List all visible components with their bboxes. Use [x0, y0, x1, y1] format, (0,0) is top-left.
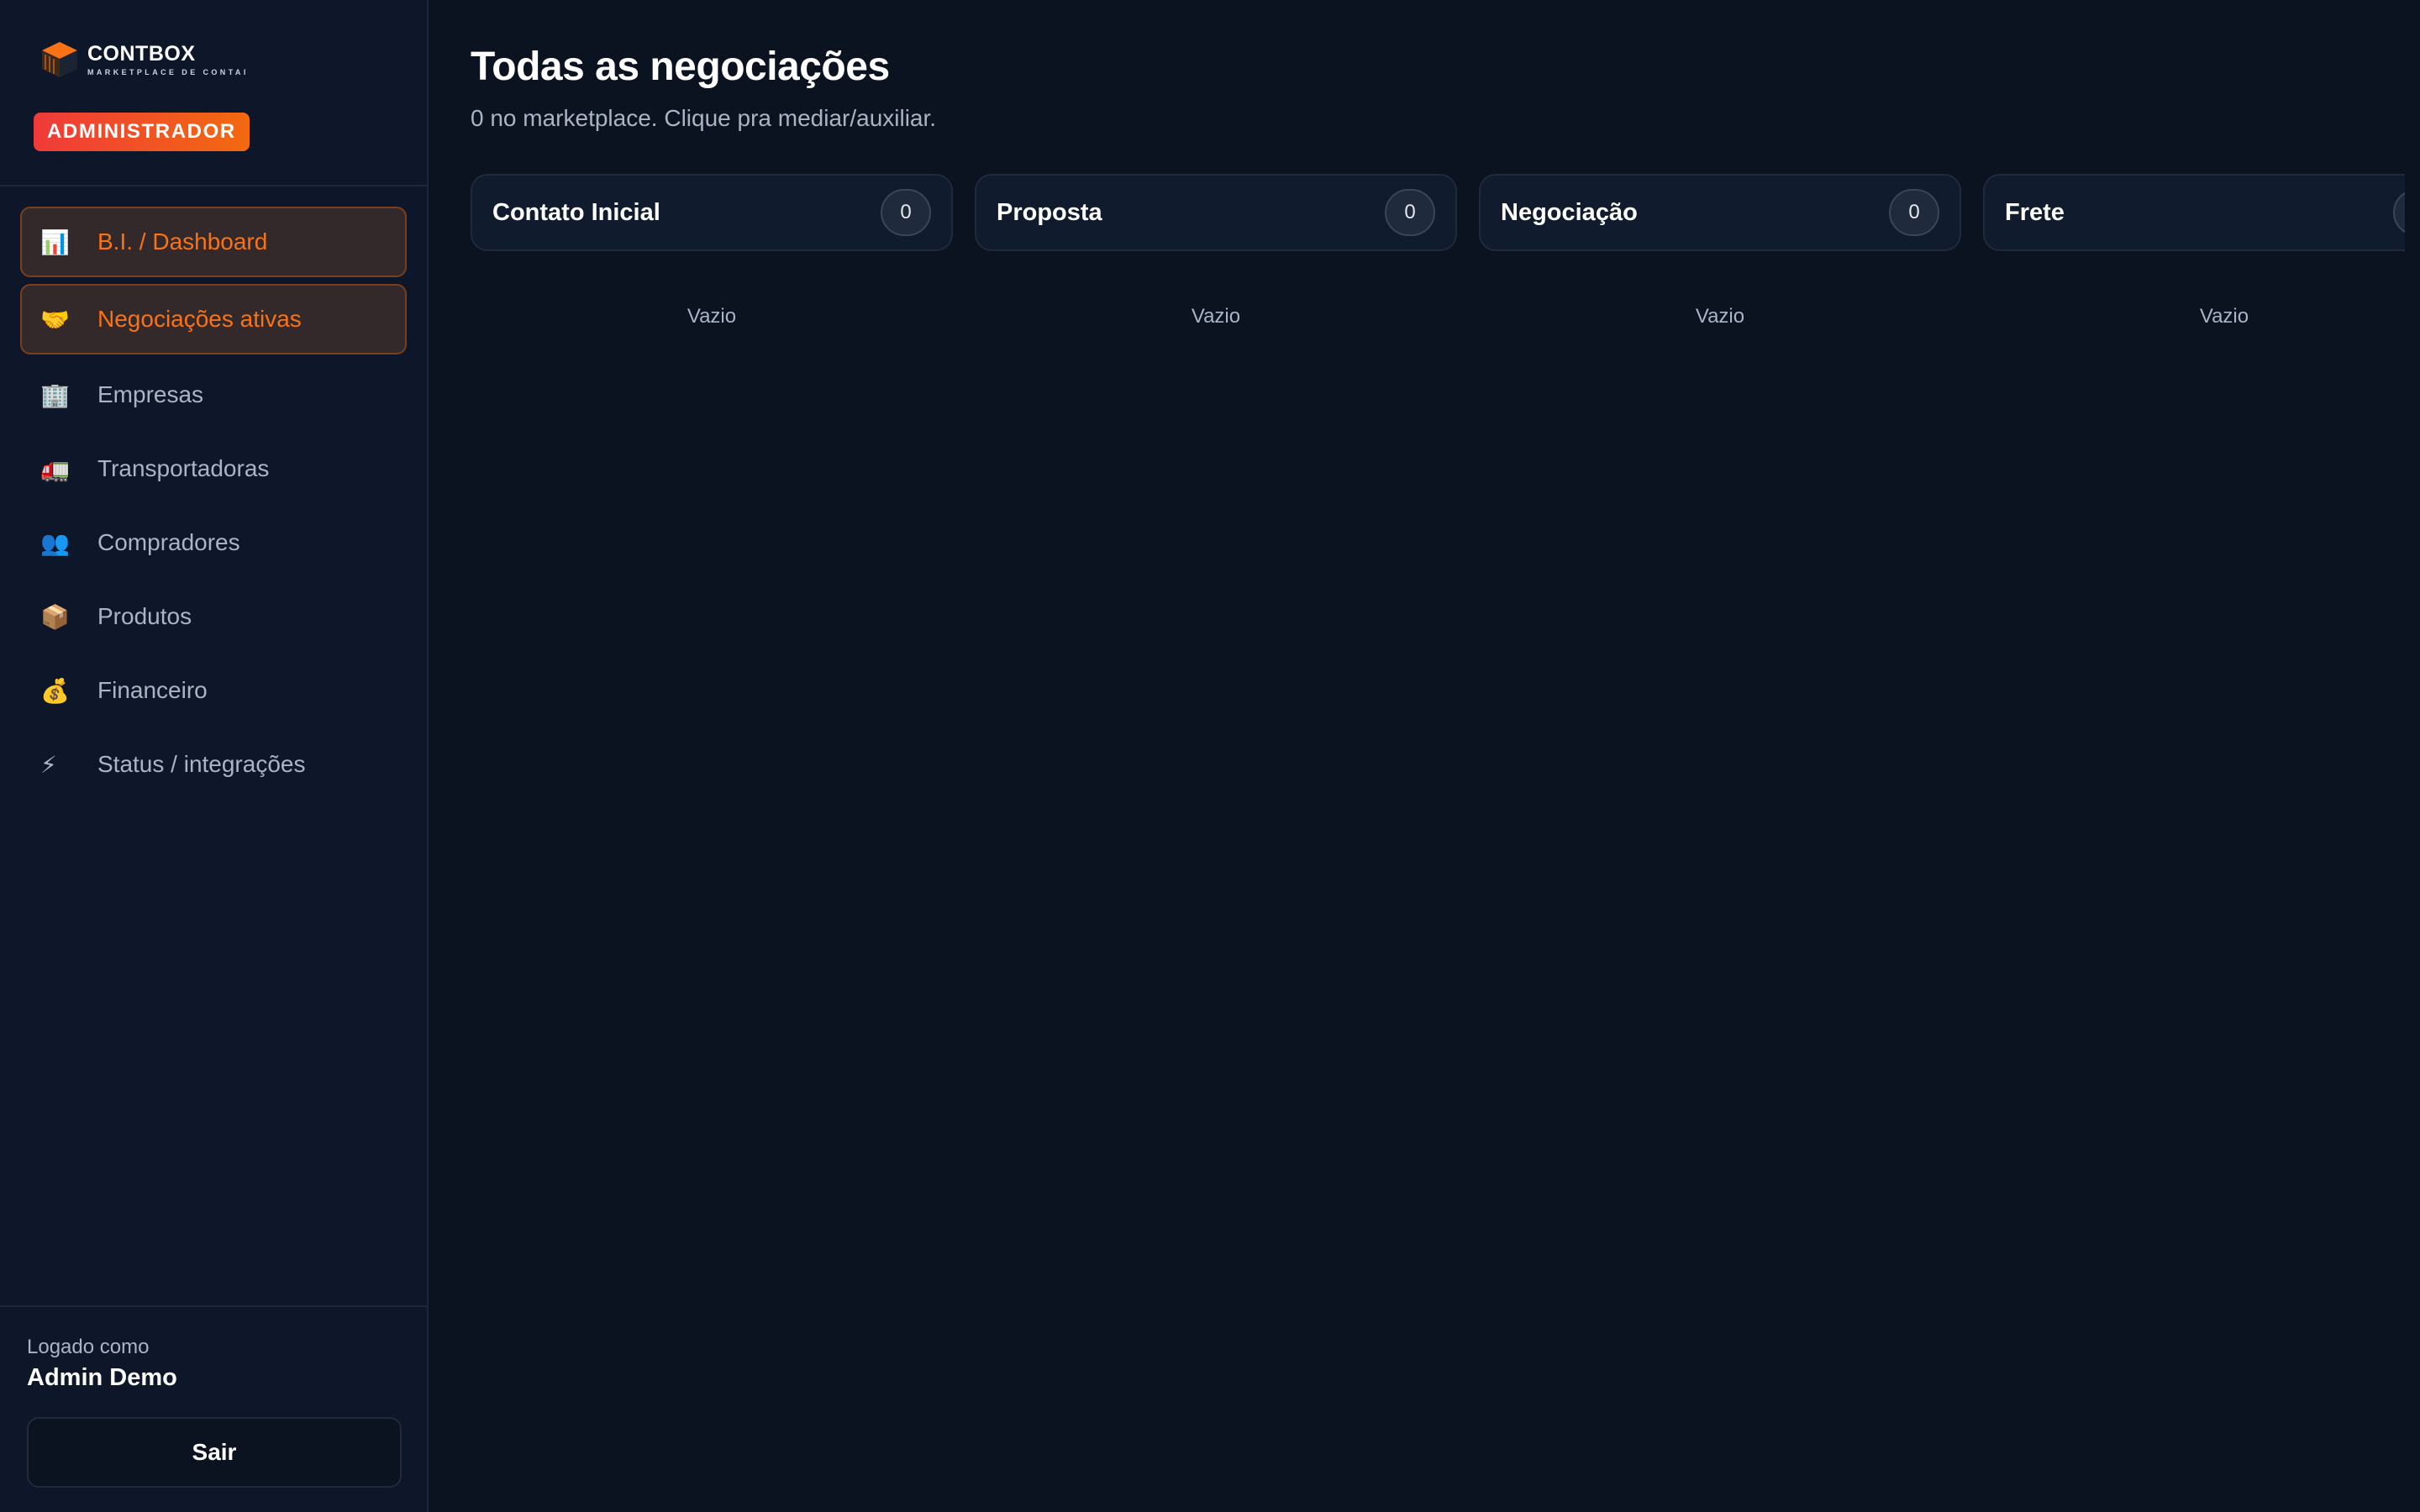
package-icon: 📦 — [40, 603, 70, 630]
column-title: Frete — [2005, 198, 2065, 226]
column-title: Contato Inicial — [492, 198, 660, 226]
column-empty-state: Vazio — [2199, 305, 2249, 328]
sidebar-item-5[interactable]: 📦 Produtos — [20, 583, 407, 650]
people-icon: 👥 — [40, 529, 70, 556]
brand-area: CONTBOX MARKETPLACE DE CONTAINERS ADMINI… — [0, 0, 427, 186]
column-header[interactable]: Negociação 0 — [1479, 174, 1961, 251]
handshake-icon: 🤝 — [40, 306, 70, 333]
column-empty-state: Vazio — [1191, 305, 1241, 328]
sidebar-item-label: Produtos — [97, 603, 192, 629]
sidebar-item-3[interactable]: 🚛 Transportadoras — [20, 435, 407, 502]
column-count-badge: 0 — [1889, 189, 1939, 236]
kanban-board: Contato Inicial 0 Vazio Proposta 0 Vazio Negoc… — [471, 174, 2420, 328]
logo-name: CONTBOX — [87, 41, 196, 66]
column-empty-state: Vazio — [687, 305, 737, 328]
sidebar-item-4[interactable]: 👥 Compradores — [20, 509, 407, 576]
money-bag-icon: 💰 — [40, 677, 70, 704]
sidebar-nav: 📊 B.I. / Dashboard 🤝 Negociações ativas 🏢 Emp… — [0, 186, 427, 805]
office-building-icon: 🏢 — [40, 381, 70, 408]
sidebar-item-label: Negociações ativas — [97, 306, 302, 332]
kanban-column: Frete0 Vazio — [1983, 174, 2420, 328]
sidebar-footer: Logado como Admin Demo Sair — [0, 1305, 427, 1512]
sidebar-item-6[interactable]: 💰 Financeiro — [20, 657, 407, 724]
sidebar-item-7[interactable]: ⚡ Status / integrações — [20, 731, 407, 798]
sidebar-item-label: Transportadoras — [97, 455, 270, 481]
column-count-badge: 0 — [1385, 189, 1435, 236]
sidebar-item-label: Empresas — [97, 381, 204, 407]
column-empty-state: Vazio — [1695, 305, 1745, 328]
main-content: Todas as negociações 0 no marketplace. C… — [429, 0, 2420, 1512]
sidebar-item-2[interactable]: 🏢 Empresas — [20, 361, 407, 428]
user-name: Admin Demo — [27, 1364, 177, 1391]
logged-as-label: Logado como — [27, 1336, 150, 1358]
app-root: CONTBOX MARKETPLACE DE CONTAINERS ADMINI… — [0, 0, 2420, 1512]
sidebar-item-0[interactable]: 📊 B.I. / Dashboard — [20, 207, 407, 277]
sidebar-item-label: B.I. / Dashboard — [97, 228, 268, 255]
kanban-column: Contato Inicial 0 Vazio — [471, 174, 953, 328]
kanban-column: Proposta 0 Vazio — [975, 174, 1457, 328]
lightning-icon: ⚡ — [40, 751, 57, 778]
logo[interactable]: CONTBOX MARKETPLACE DE CONTAINERS — [40, 39, 393, 81]
sidebar-item-label: Financeiro — [97, 677, 208, 703]
column-header[interactable]: Proposta 0 — [975, 174, 1457, 251]
sidebar-item-label: Compradores — [97, 529, 240, 555]
column-count-badge: 0 — [881, 189, 931, 236]
page-title: Todas as negociações — [471, 45, 890, 89]
kanban-column: Negociação 0 Vazio — [1479, 174, 1961, 328]
column-header[interactable]: Frete0 — [1983, 174, 2420, 251]
sidebar: CONTBOX MARKETPLACE DE CONTAINERS ADMINI… — [0, 0, 429, 1512]
column-title: Proposta — [997, 198, 1102, 226]
sidebar-item-1[interactable]: 🤝 Negociações ativas — [20, 284, 407, 354]
page-subtitle: 0 no marketplace. Clique pra mediar/auxi… — [471, 105, 937, 131]
sidebar-item-label: Status / integrações — [97, 751, 306, 777]
role-badge: ADMINISTRADOR — [34, 113, 250, 151]
column-header[interactable]: Contato Inicial 0 — [471, 174, 953, 251]
container-box-icon — [42, 42, 77, 77]
column-title: Negociação — [1501, 198, 1638, 226]
logo-tagline: MARKETPLACE DE CONTAINERS — [87, 68, 249, 76]
logout-button[interactable]: Sair — [27, 1417, 402, 1488]
bar-chart-icon: 📊 — [40, 228, 70, 255]
truck-icon: 🚛 — [40, 455, 70, 482]
